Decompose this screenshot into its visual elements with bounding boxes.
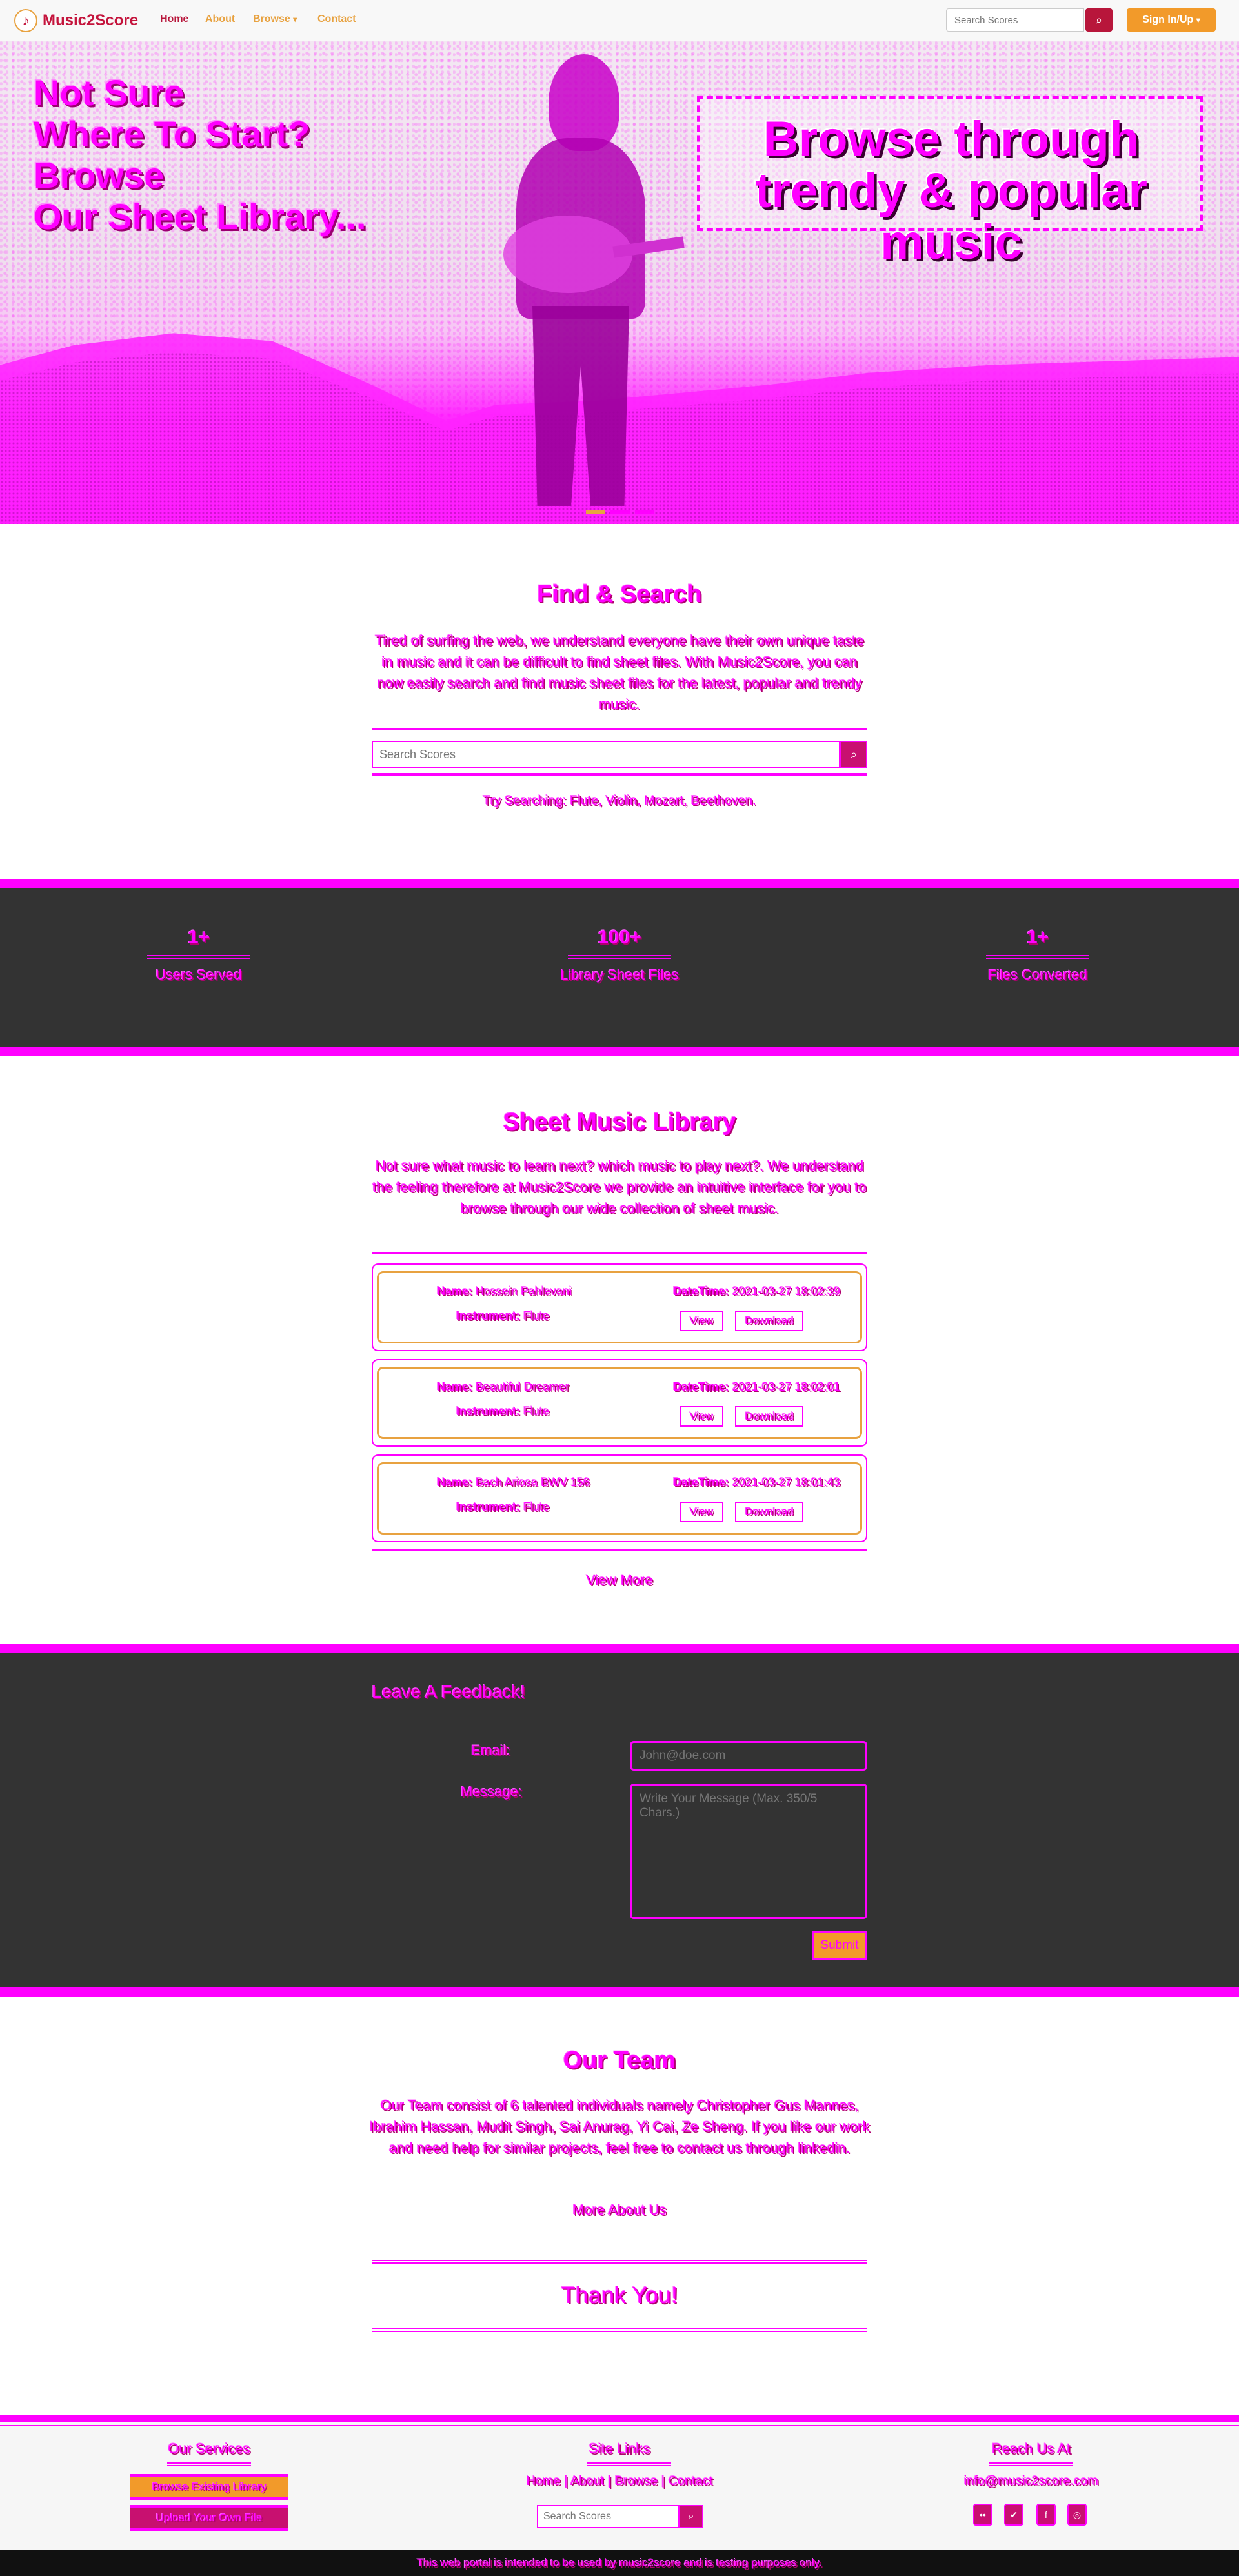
message-field[interactable] xyxy=(630,1784,867,1919)
feedback-band xyxy=(0,1644,1239,1997)
find-search-button[interactable]: ⌕ xyxy=(840,741,867,768)
nav-search-button[interactable]: ⌕ xyxy=(1085,8,1113,32)
hero-right-heading: Browse through trendy & popular music xyxy=(754,112,1148,270)
sheet-instrument: Instrument: Flute xyxy=(456,1500,550,1513)
library-text: Not sure what music to learn next? which… xyxy=(372,1158,867,1216)
footer-site-links[interactable]: Home | About | Browse | Contact xyxy=(490,2474,749,2489)
stat-label: Files Converted xyxy=(987,967,1088,983)
sheet-name: Name: Hossein Pahlevani xyxy=(437,1285,572,1298)
sign-in-dropdown[interactable]: Sign In/Up ▾ xyxy=(1127,8,1216,32)
footer-search-input[interactable] xyxy=(537,2505,679,2528)
sheet-datetime: DateTime: 2021-03-27 18:02:39 xyxy=(673,1285,840,1298)
nav-home-link[interactable]: Home xyxy=(160,14,188,25)
library-title: Sheet Music Library xyxy=(503,1109,736,1136)
divider xyxy=(372,773,867,776)
chevron-down-icon: ▾ xyxy=(1196,15,1200,25)
upload-file-button[interactable]: Upload Your Own File xyxy=(130,2505,288,2531)
download-button[interactable]: Download xyxy=(735,1311,803,1331)
divider xyxy=(372,1252,867,1254)
hero-line: Where To Start? xyxy=(34,114,310,154)
sheet-datetime: DateTime: 2021-03-27 18:02:01 xyxy=(673,1380,840,1393)
instagram-icon[interactable]: ◎ xyxy=(1067,2504,1087,2526)
message-label: Message: xyxy=(461,1784,523,1800)
view-button[interactable]: View xyxy=(680,1311,723,1331)
sheet-card: Name: Hossein Pahlevani Instrument: Flut… xyxy=(372,1263,867,1351)
footer-email-link[interactable]: info@music2score.com xyxy=(934,2474,1128,2489)
stat-number: 1+ xyxy=(1026,927,1049,948)
facebook-icon[interactable]: f xyxy=(1036,2504,1056,2526)
flickr-icon[interactable]: •• xyxy=(973,2504,992,2526)
hero-left-heading: Not Sure Where To Start? Browse Our Shee… xyxy=(34,72,395,237)
sheet-card: Name: Bach Ariosa BWV 156 Instrument: Fl… xyxy=(372,1454,867,1542)
stat-number: 1+ xyxy=(187,927,210,948)
sign-in-label: Sign In/Up xyxy=(1142,14,1194,25)
sheet-name: Name: Beautiful Dreamer xyxy=(437,1380,570,1393)
sheet-instrument: Instrument: Flute xyxy=(456,1309,550,1322)
email-label: Email: xyxy=(471,1742,511,1758)
divider xyxy=(372,1549,867,1551)
carousel-indicators xyxy=(586,510,654,514)
find-hint: Try Searching: Flute, Violin, Mozart, Be… xyxy=(483,794,756,808)
twitter-icon[interactable]: ✔ xyxy=(1004,2504,1023,2526)
nav-contact-link[interactable]: Contact xyxy=(317,14,356,25)
sheet-name: Name: Bach Ariosa BWV 156 xyxy=(437,1476,590,1489)
thank-you-heading: Thank You! xyxy=(561,2282,678,2308)
stat-label: Users Served xyxy=(156,967,242,983)
find-search-input[interactable] xyxy=(372,741,840,768)
email-field[interactable] xyxy=(630,1741,867,1771)
footer-reach-title: Reach Us At xyxy=(991,2440,1071,2457)
search-icon: ⌕ xyxy=(850,747,858,761)
hero-line: Not Sure xyxy=(34,72,185,113)
footer-services-title: Our Services xyxy=(168,2440,250,2457)
brand[interactable]: ♪ Music2Score xyxy=(14,8,138,34)
team-text: Our Team consist of 6 talented individua… xyxy=(369,2097,870,2156)
footer-search-button[interactable]: ⌕ xyxy=(679,2505,703,2528)
stat-users: 1+ Users Served xyxy=(102,927,296,983)
find-text: Tired of surfing the web, we understand … xyxy=(375,632,864,712)
nav-browse-label: Browse xyxy=(253,14,290,25)
stat-library: 100+ Library Sheet Files xyxy=(523,927,716,983)
sheet-datetime: DateTime: 2021-03-27 18:01:43 xyxy=(673,1476,840,1489)
view-button[interactable]: View xyxy=(680,1502,723,1522)
search-icon: ⌕ xyxy=(1095,13,1103,26)
team-title: Our Team xyxy=(563,2047,676,2074)
divider xyxy=(372,2328,867,2332)
nav-about-link[interactable]: About xyxy=(205,14,235,25)
search-icon: ⌕ xyxy=(688,2511,694,2522)
download-button[interactable]: Download xyxy=(735,1406,803,1427)
divider xyxy=(372,728,867,730)
download-button[interactable]: Download xyxy=(735,1502,803,1522)
view-button[interactable]: View xyxy=(680,1406,723,1427)
stat-number: 100+ xyxy=(598,927,641,948)
sheet-card: Name: Beautiful Dreamer Instrument: Flut… xyxy=(372,1359,867,1447)
chevron-down-icon: ▾ xyxy=(293,15,297,24)
browse-library-button[interactable]: Browse Existing Library xyxy=(130,2474,288,2500)
find-title: Find & Search xyxy=(537,581,702,608)
divider xyxy=(372,2260,867,2264)
hero-line[interactable]: Browse xyxy=(34,155,395,196)
brand-name: Music2Score xyxy=(43,12,139,29)
submit-button[interactable]: Submit xyxy=(812,1931,867,1960)
sheet-instrument: Instrument: Flute xyxy=(456,1405,550,1418)
carousel-indicator[interactable] xyxy=(610,510,630,514)
divider xyxy=(0,2425,1239,2426)
music-note-icon: ♪ xyxy=(14,9,37,32)
nav-search-input[interactable] xyxy=(946,8,1084,32)
hero-line[interactable]: Our Sheet Library... xyxy=(34,196,395,237)
feedback-title: Leave A Feedback! xyxy=(372,1682,526,1702)
hero-carousel: Not Sure Where To Start? Browse Our Shee… xyxy=(0,41,1239,524)
navbar: ♪ Music2Score Home About Browse ▾ Contac… xyxy=(0,0,1239,41)
stat-converted: 1+ Files Converted xyxy=(941,927,1134,983)
more-about-us-link[interactable]: More About Us xyxy=(372,2202,867,2219)
view-more-link[interactable]: View More xyxy=(372,1572,867,1589)
carousel-indicator[interactable] xyxy=(635,510,654,514)
carousel-indicator[interactable] xyxy=(586,510,605,514)
guitarist-image xyxy=(497,54,685,506)
copyright-text: This web portal is intended to be used b… xyxy=(0,2550,1239,2576)
nav-browse-dropdown[interactable]: Browse ▾ xyxy=(253,14,297,25)
stat-label: Library Sheet Files xyxy=(560,967,679,983)
footer-sitelinks-title: Site Links xyxy=(589,2440,650,2457)
